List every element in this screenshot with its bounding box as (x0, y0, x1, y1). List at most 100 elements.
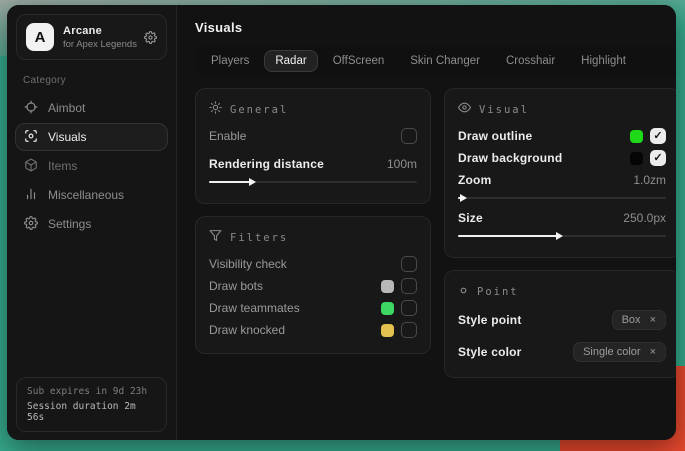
draw-bots-checkbox[interactable] (401, 278, 417, 294)
sidebar-item-settings[interactable]: Settings (15, 210, 168, 238)
visual-card-header: Visual (458, 101, 666, 119)
slider-handle[interactable] (249, 178, 256, 186)
zoom-row: Zoom 1.0zm (458, 169, 666, 191)
size-value: 250.0px (623, 211, 666, 225)
slider-handle[interactable] (460, 194, 467, 202)
sidebar-item-label: Items (48, 159, 77, 173)
close-icon[interactable]: × (650, 315, 656, 326)
style-point-select[interactable]: Box × (612, 310, 666, 330)
category-label: Category (23, 75, 176, 86)
draw-outline-row: Draw outline ✓ (458, 125, 666, 147)
eye-scan-icon (24, 129, 38, 146)
visibility-check-label: Visibility check (209, 257, 401, 271)
app-window: A Arcane for Apex Legends Category Aimbo… (7, 5, 676, 440)
app-title: Arcane (63, 25, 135, 37)
draw-knocked-row: Draw knocked (209, 319, 417, 341)
draw-outline-checkbox[interactable]: ✓ (650, 128, 666, 144)
rendering-distance-slider[interactable] (209, 177, 417, 187)
tab-skin-changer[interactable]: Skin Changer (399, 50, 491, 72)
draw-outline-label: Draw outline (458, 129, 630, 143)
sun-icon (209, 101, 222, 119)
tab-crosshair[interactable]: Crosshair (495, 50, 566, 72)
left-column: General Enable Rendering distance 100m (195, 88, 431, 354)
visual-card: Visual Draw outline ✓ Draw background (444, 88, 676, 258)
rendering-distance-value: 100m (387, 157, 417, 171)
draw-background-color-swatch[interactable] (630, 152, 643, 165)
brand-header: A Arcane for Apex Legends (16, 14, 167, 60)
tab-players[interactable]: Players (200, 50, 260, 72)
size-label: Size (458, 211, 623, 225)
style-point-row: Style point Box × (458, 307, 666, 333)
draw-bots-color-swatch[interactable] (381, 280, 394, 293)
draw-background-row: Draw background ✓ (458, 147, 666, 169)
crosshair-icon (24, 100, 38, 117)
tab-radar[interactable]: Radar (264, 50, 317, 72)
style-point-value: Box (622, 314, 641, 326)
enable-checkbox[interactable] (401, 128, 417, 144)
sub-expires-text: Sub expires in 9d 23h (27, 386, 156, 397)
size-row: Size 250.0px (458, 207, 666, 229)
style-color-value: Single color (583, 346, 640, 358)
general-card-header: General (209, 101, 417, 119)
draw-knocked-color-swatch[interactable] (381, 324, 394, 337)
sidebar-item-label: Settings (48, 217, 91, 231)
filters-card: Filters Visibility check Draw bots (195, 216, 431, 354)
eye-icon (458, 101, 471, 119)
app-logo: A (26, 23, 54, 51)
package-icon (24, 158, 38, 175)
visibility-check-checkbox[interactable] (401, 256, 417, 272)
general-card: General Enable Rendering distance 100m (195, 88, 431, 204)
sidebar-item-label: Miscellaneous (48, 188, 124, 202)
zoom-label: Zoom (458, 173, 633, 187)
draw-teammates-row: Draw teammates (209, 297, 417, 319)
settings-gear-icon[interactable] (144, 31, 157, 44)
enable-row: Enable (209, 125, 417, 147)
subscription-info: Sub expires in 9d 23h Session duration 2… (16, 377, 167, 432)
close-icon[interactable]: × (650, 347, 656, 358)
size-slider[interactable] (458, 231, 666, 241)
visibility-check-row: Visibility check (209, 253, 417, 275)
page-title: Visuals (195, 20, 676, 35)
filters-card-header: Filters (209, 229, 417, 247)
draw-teammates-label: Draw teammates (209, 301, 381, 315)
card-title: General (230, 104, 288, 116)
slider-handle[interactable] (556, 232, 563, 240)
card-title: Filters (230, 232, 288, 244)
sidebar-item-miscellaneous[interactable]: Miscellaneous (15, 181, 168, 209)
dot-icon (458, 283, 469, 301)
slider-track (458, 197, 666, 199)
style-color-row: Style color Single color × (458, 339, 666, 365)
tab-highlight[interactable]: Highlight (570, 50, 637, 72)
sidebar-item-label: Visuals (48, 130, 86, 144)
brand-text: Arcane for Apex Legends (63, 25, 135, 50)
draw-knocked-checkbox[interactable] (401, 322, 417, 338)
style-color-select[interactable]: Single color × (573, 342, 666, 362)
draw-teammates-checkbox[interactable] (401, 300, 417, 316)
point-card-header: Point (458, 283, 666, 301)
sidebar: A Arcane for Apex Legends Category Aimbo… (7, 5, 177, 440)
bar-chart-icon (24, 187, 38, 204)
style-color-label: Style color (458, 345, 573, 359)
card-title: Point (477, 286, 519, 298)
draw-background-checkbox[interactable]: ✓ (650, 150, 666, 166)
session-duration-text: Session duration 2m 56s (27, 401, 156, 423)
draw-background-label: Draw background (458, 151, 630, 165)
sidebar-item-aimbot[interactable]: Aimbot (15, 94, 168, 122)
right-column: Visual Draw outline ✓ Draw background (444, 88, 676, 378)
tab-offscreen[interactable]: OffScreen (322, 50, 396, 72)
tab-bar: Players Radar OffScreen Skin Changer Cro… (195, 46, 676, 76)
rendering-distance-row: Rendering distance 100m (209, 153, 417, 175)
slider-fill (209, 181, 251, 183)
zoom-value: 1.0zm (633, 173, 666, 187)
point-card: Point Style point Box × Style color Sing (444, 270, 676, 378)
settings-columns: General Enable Rendering distance 100m (195, 88, 676, 378)
sidebar-item-items[interactable]: Items (15, 152, 168, 180)
zoom-slider[interactable] (458, 193, 666, 203)
draw-teammates-color-swatch[interactable] (381, 302, 394, 315)
draw-outline-color-swatch[interactable] (630, 130, 643, 143)
sidebar-item-visuals[interactable]: Visuals (15, 123, 168, 151)
draw-knocked-label: Draw knocked (209, 323, 381, 337)
draw-bots-row: Draw bots (209, 275, 417, 297)
gear-icon (24, 216, 38, 233)
draw-bots-label: Draw bots (209, 279, 381, 293)
